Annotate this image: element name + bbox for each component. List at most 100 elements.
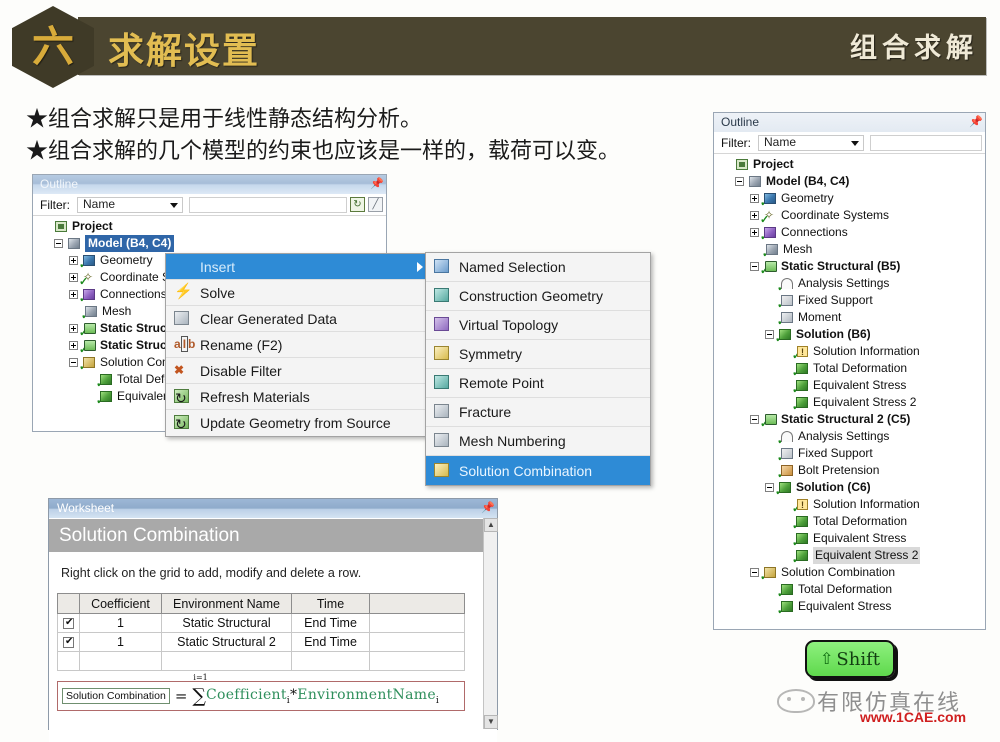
menu-item-label: Refresh Materials <box>200 388 310 405</box>
menu-item[interactable]: Insert <box>166 254 429 280</box>
tree-expand-toggle[interactable] <box>750 228 759 237</box>
tree-expand-toggle[interactable] <box>750 211 759 220</box>
context-menu: Insert ⚡ Solve Clear Generated Data a Ib Renam… <box>165 253 430 437</box>
row-enable-checkbox[interactable] <box>57 613 80 633</box>
scroll-down-icon[interactable]: ▼ <box>484 715 498 729</box>
filter-input[interactable] <box>870 134 982 151</box>
page-title: 求解设置 <box>108 30 261 72</box>
cell-time[interactable]: End Time <box>291 613 370 633</box>
tree-item[interactable]: ✓Fixed Support <box>716 292 985 311</box>
tree-item[interactable]: Model (B4, C4) <box>35 235 386 252</box>
tree-collapse-toggle[interactable] <box>750 415 759 424</box>
cell-environment-name[interactable]: Static Structural 2 <box>161 632 292 652</box>
tree-item[interactable]: ✓Static Structural (B5) <box>716 258 985 277</box>
tree-expand-toggle[interactable] <box>69 273 78 282</box>
filter-select[interactable]: Name <box>758 134 864 151</box>
menu-item-label: Update Geometry from Source <box>200 415 391 431</box>
pin-icon[interactable]: 📌 <box>370 178 384 191</box>
scroll-up-icon[interactable]: ▲ <box>484 518 498 532</box>
tree-item[interactable]: ✓!Solution Information <box>716 496 985 515</box>
tree-item[interactable]: ✓Solution (B6) <box>716 326 985 345</box>
menu-item[interactable]: Remote Point <box>426 369 650 398</box>
tree-item[interactable]: ✓Equivalent Stress <box>716 598 985 617</box>
cell-coefficient[interactable]: 1 <box>79 613 162 633</box>
cell-spacer <box>369 632 465 652</box>
menu-item[interactable]: a Ib Rename (F2) <box>166 332 429 358</box>
tree-item[interactable]: ✓Fixed Support <box>716 445 985 464</box>
tree-collapse-toggle[interactable] <box>765 330 774 339</box>
menu-item[interactable]: ⚡ Solve <box>166 280 429 306</box>
clear-filter-icon[interactable]: ╱ <box>368 197 383 212</box>
filter-input[interactable] <box>189 196 347 213</box>
tree-item[interactable]: ✓Geometry <box>716 190 985 209</box>
rename-icon: aIb <box>174 335 196 352</box>
menu-item[interactable]: ↻ Refresh Materials <box>166 384 429 410</box>
refresh-icon[interactable]: ↻ <box>350 197 365 212</box>
tree-item-label: Solution Information <box>813 497 920 511</box>
table-row-empty[interactable] <box>57 651 465 671</box>
tree-item[interactable]: ✓Connections <box>716 224 985 243</box>
pin-icon[interactable]: 📌 <box>969 116 983 129</box>
tree-expand-toggle[interactable] <box>69 341 78 350</box>
menu-item[interactable]: Virtual Topology <box>426 311 650 340</box>
tree-item[interactable]: ✓Mesh <box>716 241 985 260</box>
tree-item-label: Mesh <box>102 304 132 318</box>
tree-item[interactable]: ✓Equivalent Stress <box>716 530 985 549</box>
tree-item[interactable]: ✓Total Deformation <box>716 360 985 379</box>
tree-item[interactable]: ✓Analysis Settings <box>716 428 985 447</box>
tree-expand-toggle[interactable] <box>750 194 759 203</box>
tree-item[interactable]: ✓ ✧ Coordinate Systems <box>716 207 985 226</box>
tree-item[interactable]: ✓Solution (C6) <box>716 479 985 498</box>
tree-collapse-toggle[interactable] <box>735 177 744 186</box>
tree-collapse-toggle[interactable] <box>54 239 63 248</box>
tree-item-label: Equivalent Stress <box>798 599 892 613</box>
tree-item[interactable]: ✓Equivalent Stress 2 <box>716 394 985 413</box>
geometry-icon: ✓ <box>760 192 778 209</box>
tree-collapse-toggle[interactable] <box>765 483 774 492</box>
filter-select[interactable]: Name <box>77 196 183 213</box>
tree-collapse-toggle[interactable] <box>69 358 78 367</box>
chevron-down-icon <box>170 202 178 208</box>
solution-combination-icon: ✓ <box>760 566 778 583</box>
tree-expand-toggle[interactable] <box>69 324 78 333</box>
table-header-cell <box>369 593 465 614</box>
tree-expand-toggle[interactable] <box>69 256 78 265</box>
tree-item[interactable]: ✓Total Deformation <box>716 513 985 532</box>
worksheet-scrollbar[interactable]: ▲ ▼ <box>483 518 498 729</box>
shift-arrow-icon: ⇧ <box>820 651 834 668</box>
menu-item[interactable]: Fracture <box>426 398 650 427</box>
menu-item[interactable]: ↻ Update Geometry from Source <box>166 410 429 436</box>
tree-item[interactable]: ✓!Solution Information <box>716 343 985 362</box>
cell-time[interactable]: End Time <box>291 632 370 652</box>
tree-item[interactable]: ✓Equivalent Stress <box>716 377 985 396</box>
tree-collapse-toggle[interactable] <box>750 262 759 271</box>
menu-item[interactable]: ✖ Disable Filter <box>166 358 429 384</box>
shift-key-button[interactable]: ⇧ Shift <box>805 640 895 678</box>
cell-environment-name[interactable]: Static Structural <box>161 613 292 633</box>
row-enable-checkbox[interactable] <box>57 632 80 652</box>
tree-collapse-toggle[interactable] <box>750 568 759 577</box>
outline-panel-right: Outline 📌 Filter: Name Project Model (B4,… <box>713 112 986 630</box>
tree-item[interactable]: ✓Analysis Settings <box>716 275 985 294</box>
tree-item[interactable]: Project <box>35 218 386 235</box>
pin-icon[interactable]: 📌 <box>481 502 495 515</box>
tree-item[interactable]: ✓Moment <box>716 309 985 328</box>
project-icon <box>734 158 750 172</box>
menu-item[interactable]: Construction Geometry <box>426 282 650 311</box>
tree-item[interactable]: ✓Bolt Pretension <box>716 462 985 481</box>
tree-item[interactable]: Model (B4, C4) <box>716 173 985 190</box>
menu-item[interactable]: Symmetry <box>426 340 650 369</box>
table-row[interactable]: 1Static Structural 2End Time <box>57 632 465 652</box>
menu-item[interactable]: Solution Combination <box>426 456 650 485</box>
table-row[interactable]: 1Static StructuralEnd Time <box>57 613 465 633</box>
tree-item[interactable]: ✓Static Structural 2 (C5) <box>716 411 985 430</box>
tree-expand-toggle[interactable] <box>69 290 78 299</box>
menu-item[interactable]: Named Selection <box>426 253 650 282</box>
cell-coefficient[interactable]: 1 <box>79 632 162 652</box>
menu-item[interactable]: Clear Generated Data <box>166 306 429 332</box>
menu-item[interactable]: Mesh Numbering <box>426 427 650 456</box>
tree-item[interactable]: ✓Solution Combination <box>716 564 985 583</box>
tree-item[interactable]: Project <box>716 156 985 173</box>
tree-item[interactable]: ✓Equivalent Stress 2 <box>716 547 985 566</box>
tree-item[interactable]: ✓Total Deformation <box>716 581 985 600</box>
